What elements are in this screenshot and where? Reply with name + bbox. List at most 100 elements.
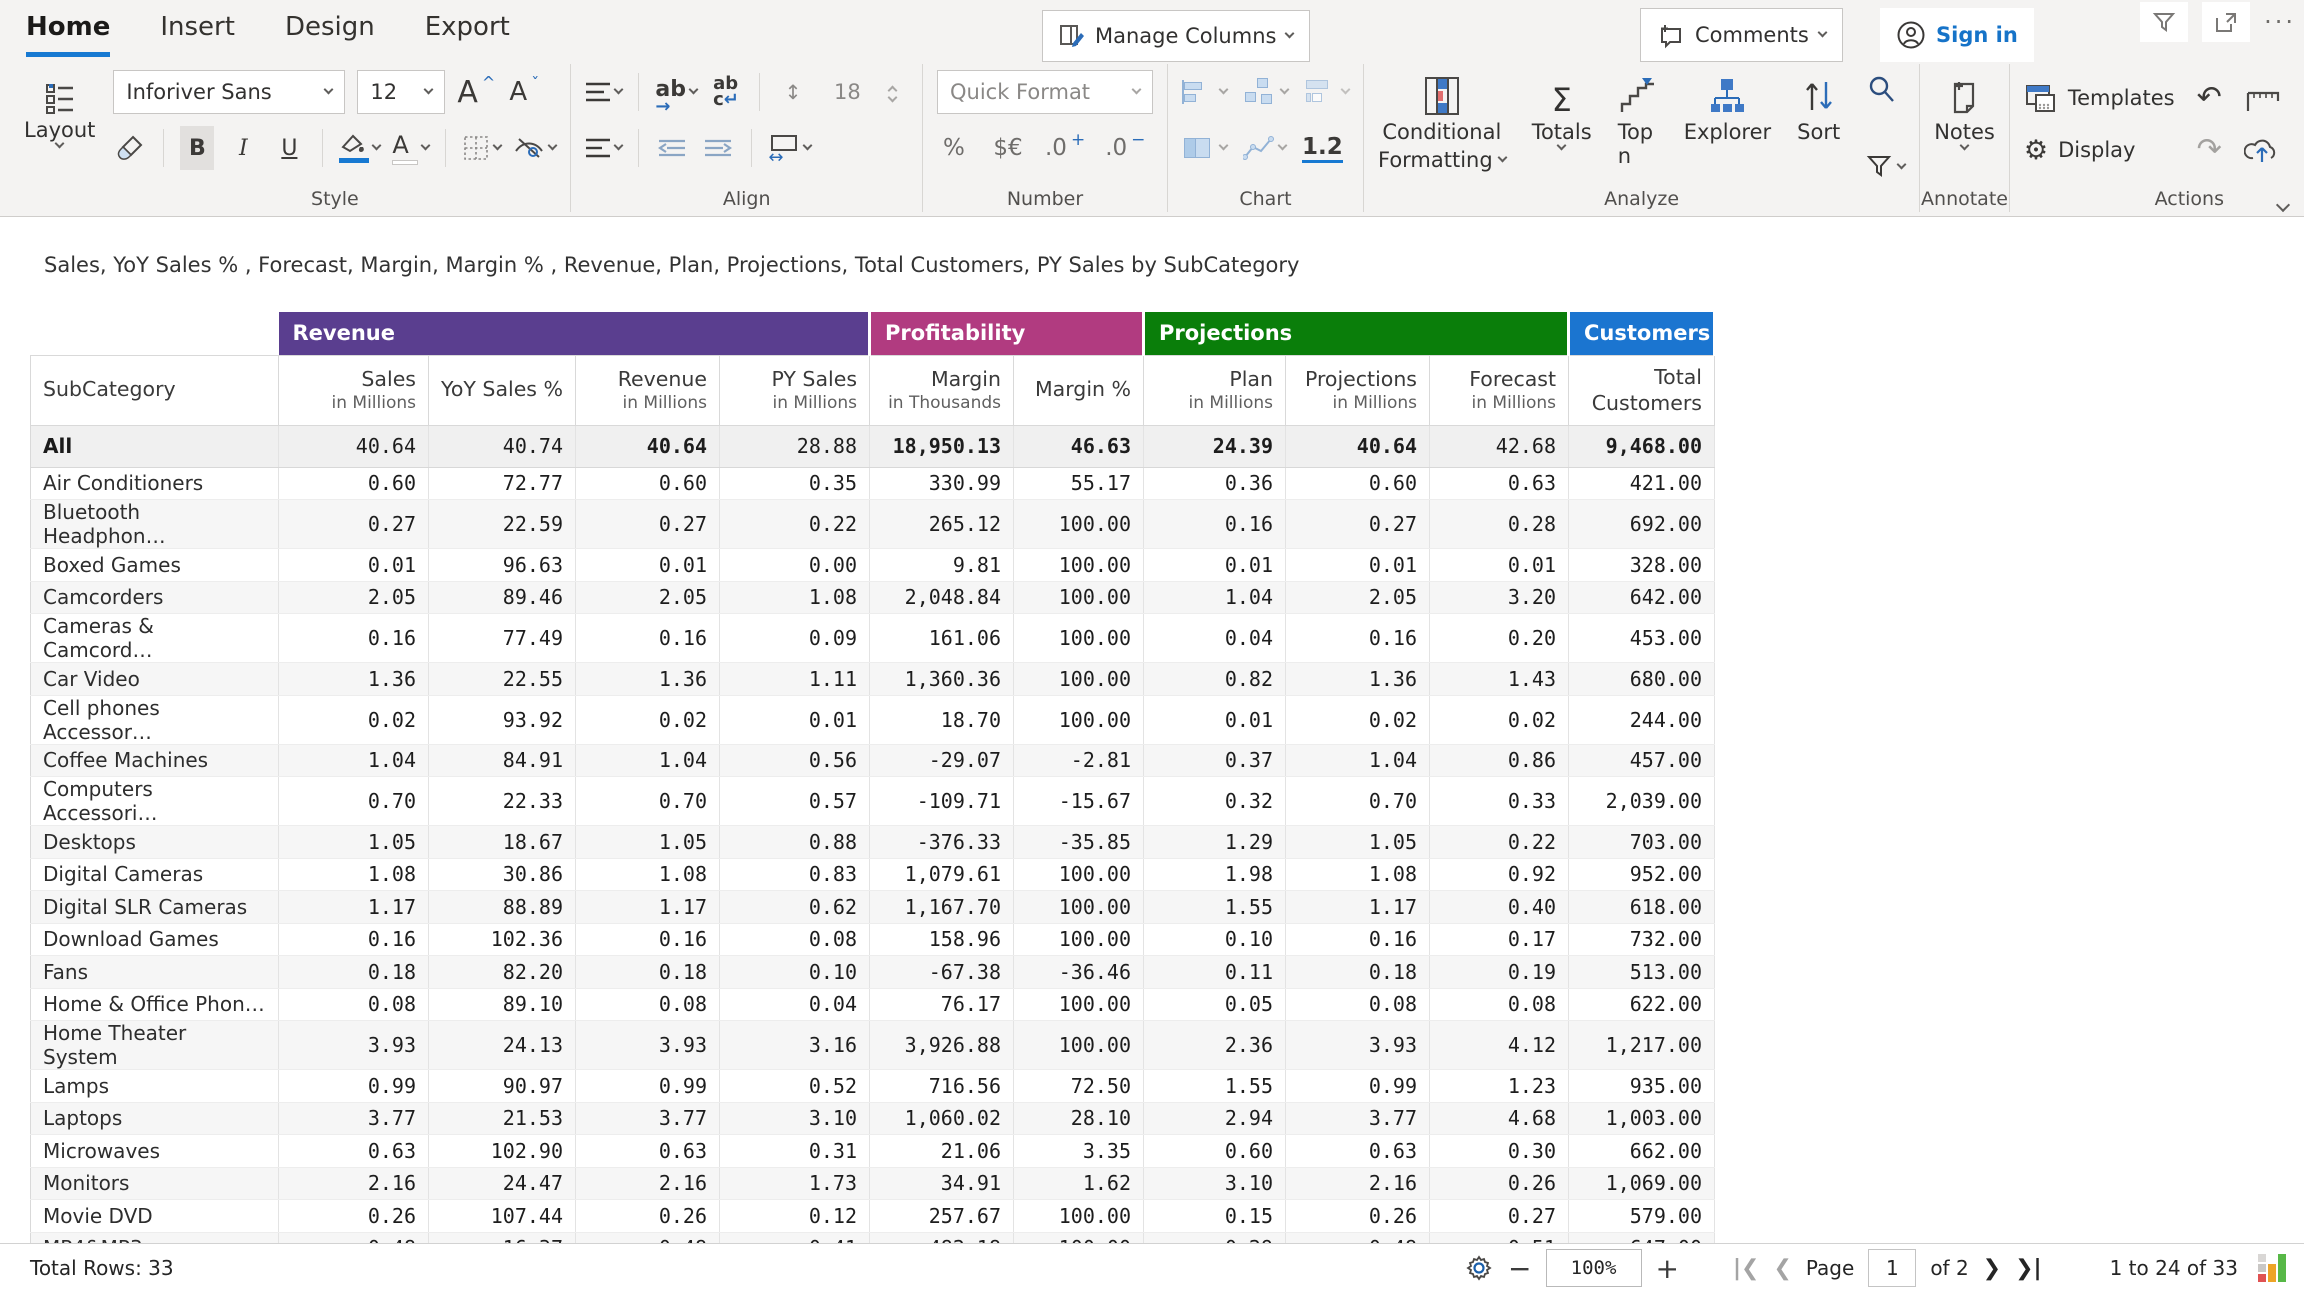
row-label[interactable]: Movie DVD xyxy=(31,1200,279,1233)
cell[interactable]: 0.88 xyxy=(720,826,870,859)
step-down-icon[interactable] xyxy=(888,93,898,103)
cell[interactable]: 2.16 xyxy=(576,1167,720,1200)
cell[interactable]: 0.08 xyxy=(1286,988,1430,1021)
column-header-margin[interactable]: Marginin Thousands xyxy=(870,355,1014,425)
cell[interactable]: 1.73 xyxy=(720,1167,870,1200)
cell[interactable]: 1.43 xyxy=(1430,663,1569,696)
cell[interactable]: 3.93 xyxy=(576,1021,720,1070)
cell[interactable]: 1.08 xyxy=(576,858,720,891)
prev-page-button[interactable]: ❮ xyxy=(1773,1256,1791,1281)
cell[interactable]: 0.70 xyxy=(1286,777,1430,826)
cell[interactable]: 1.04 xyxy=(1286,744,1430,777)
decrease-decimal-button[interactable]: .0− xyxy=(1105,126,1145,170)
cell[interactable]: 88.89 xyxy=(429,891,576,924)
cell[interactable]: 100.00 xyxy=(1014,695,1144,744)
cell[interactable]: -109.71 xyxy=(870,777,1014,826)
cell[interactable]: 0.08 xyxy=(1430,988,1569,1021)
tab-design[interactable]: Design xyxy=(285,12,375,57)
cell[interactable]: 0.01 xyxy=(1286,549,1430,582)
cell[interactable]: -15.67 xyxy=(1014,777,1144,826)
zoom-out-button[interactable]: − xyxy=(1508,1252,1531,1285)
font-family-select[interactable]: Inforiver Sans xyxy=(113,70,345,114)
filter-rows-button[interactable] xyxy=(1866,154,1905,180)
cell[interactable]: 0.60 xyxy=(1144,1135,1286,1168)
cell[interactable]: 0.99 xyxy=(576,1070,720,1103)
cell[interactable]: 90.97 xyxy=(429,1070,576,1103)
zoom-in-button[interactable]: + xyxy=(1656,1252,1679,1285)
cell[interactable]: 662.00 xyxy=(1569,1135,1715,1168)
cell[interactable]: 102.90 xyxy=(429,1135,576,1168)
sort-button[interactable]: Sort xyxy=(1797,72,1840,180)
cell[interactable]: 0.22 xyxy=(720,500,870,549)
cell[interactable]: 0.01 xyxy=(576,549,720,582)
cell[interactable]: 100.00 xyxy=(1014,1200,1144,1233)
cell[interactable]: 680.00 xyxy=(1569,663,1715,696)
cell[interactable]: 100.00 xyxy=(1014,988,1144,1021)
cell[interactable]: 40.64 xyxy=(1286,425,1430,467)
cell[interactable]: 2,048.84 xyxy=(870,581,1014,614)
cell[interactable]: 1,069.00 xyxy=(1569,1167,1715,1200)
cell[interactable]: 82.20 xyxy=(429,956,576,989)
explorer-button[interactable]: Explorer xyxy=(1684,72,1771,180)
group-header-projections[interactable]: Projections xyxy=(1144,312,1569,355)
cell[interactable]: 0.08 xyxy=(576,988,720,1021)
row-label[interactable]: Home & Office Phon… xyxy=(31,988,279,1021)
totals-button[interactable]: Σ Totals xyxy=(1532,72,1592,180)
row-label[interactable]: Monitors xyxy=(31,1167,279,1200)
cell[interactable]: 161.06 xyxy=(870,614,1014,663)
manage-columns-button[interactable]: Manage Columns xyxy=(1042,10,1310,62)
last-page-button[interactable]: ❯| xyxy=(2015,1256,2041,1281)
shrink-font-button[interactable]: Aˇ xyxy=(507,70,541,114)
cell[interactable]: 100.00 xyxy=(1014,923,1144,956)
search-icon[interactable] xyxy=(1866,74,1905,104)
row-label[interactable]: Laptops xyxy=(31,1102,279,1135)
cell[interactable]: 421.00 xyxy=(1569,467,1715,500)
cell[interactable]: 0.11 xyxy=(1144,956,1286,989)
sign-in-button[interactable]: Sign in xyxy=(1880,8,2034,62)
bold-button[interactable]: B xyxy=(180,126,214,170)
cell[interactable]: 2.16 xyxy=(279,1167,429,1200)
cell[interactable]: 0.22 xyxy=(1430,826,1569,859)
cell[interactable]: 0.63 xyxy=(279,1135,429,1168)
cell[interactable]: 0.86 xyxy=(1430,744,1569,777)
cell[interactable]: 0.18 xyxy=(576,956,720,989)
conditional-formatting-button[interactable]: Conditional Formatting xyxy=(1378,72,1506,180)
cell[interactable]: 0.30 xyxy=(1430,1135,1569,1168)
row-label[interactable]: Boxed Games xyxy=(31,549,279,582)
cell[interactable]: 1,003.00 xyxy=(1569,1102,1715,1135)
cell[interactable]: 9.81 xyxy=(870,549,1014,582)
row-label[interactable]: Digital Cameras xyxy=(31,858,279,891)
row-label[interactable]: Cell phones Accessor… xyxy=(31,695,279,744)
fill-color-button[interactable] xyxy=(339,126,380,170)
horizontal-align-button[interactable] xyxy=(585,126,622,170)
cell[interactable]: 0.99 xyxy=(1286,1070,1430,1103)
cell[interactable]: 102.36 xyxy=(429,923,576,956)
row-label[interactable]: Car Video xyxy=(31,663,279,696)
cell[interactable]: 0.18 xyxy=(1286,956,1430,989)
cell[interactable]: 453.00 xyxy=(1569,614,1715,663)
cell[interactable]: 1.55 xyxy=(1144,1070,1286,1103)
cell[interactable]: 40.64 xyxy=(279,425,429,467)
cell[interactable]: 0.02 xyxy=(279,695,429,744)
cell[interactable]: 1.17 xyxy=(1286,891,1430,924)
cell[interactable]: 0.70 xyxy=(576,777,720,826)
cell[interactable]: 2.94 xyxy=(1144,1102,1286,1135)
cell[interactable]: 158.96 xyxy=(870,923,1014,956)
cell[interactable]: -35.85 xyxy=(1014,826,1144,859)
cell[interactable]: 0.01 xyxy=(279,549,429,582)
row-label[interactable]: Camcorders xyxy=(31,581,279,614)
text-overflow-button[interactable]: ab → xyxy=(655,70,697,114)
column-header-margin-[interactable]: Margin % xyxy=(1014,355,1144,425)
cell[interactable]: 0.18 xyxy=(279,956,429,989)
focus-mode-icon[interactable] xyxy=(2202,2,2250,42)
cell[interactable]: 24.47 xyxy=(429,1167,576,1200)
cell[interactable]: 21.06 xyxy=(870,1135,1014,1168)
cell[interactable]: 30.86 xyxy=(429,858,576,891)
cell[interactable]: 457.00 xyxy=(1569,744,1715,777)
cell[interactable]: 0.16 xyxy=(576,614,720,663)
row-label[interactable]: All xyxy=(31,425,279,467)
cell[interactable]: 330.99 xyxy=(870,467,1014,500)
cell[interactable]: 0.16 xyxy=(576,923,720,956)
cell[interactable]: 0.63 xyxy=(1430,467,1569,500)
cell[interactable]: 0.70 xyxy=(279,777,429,826)
